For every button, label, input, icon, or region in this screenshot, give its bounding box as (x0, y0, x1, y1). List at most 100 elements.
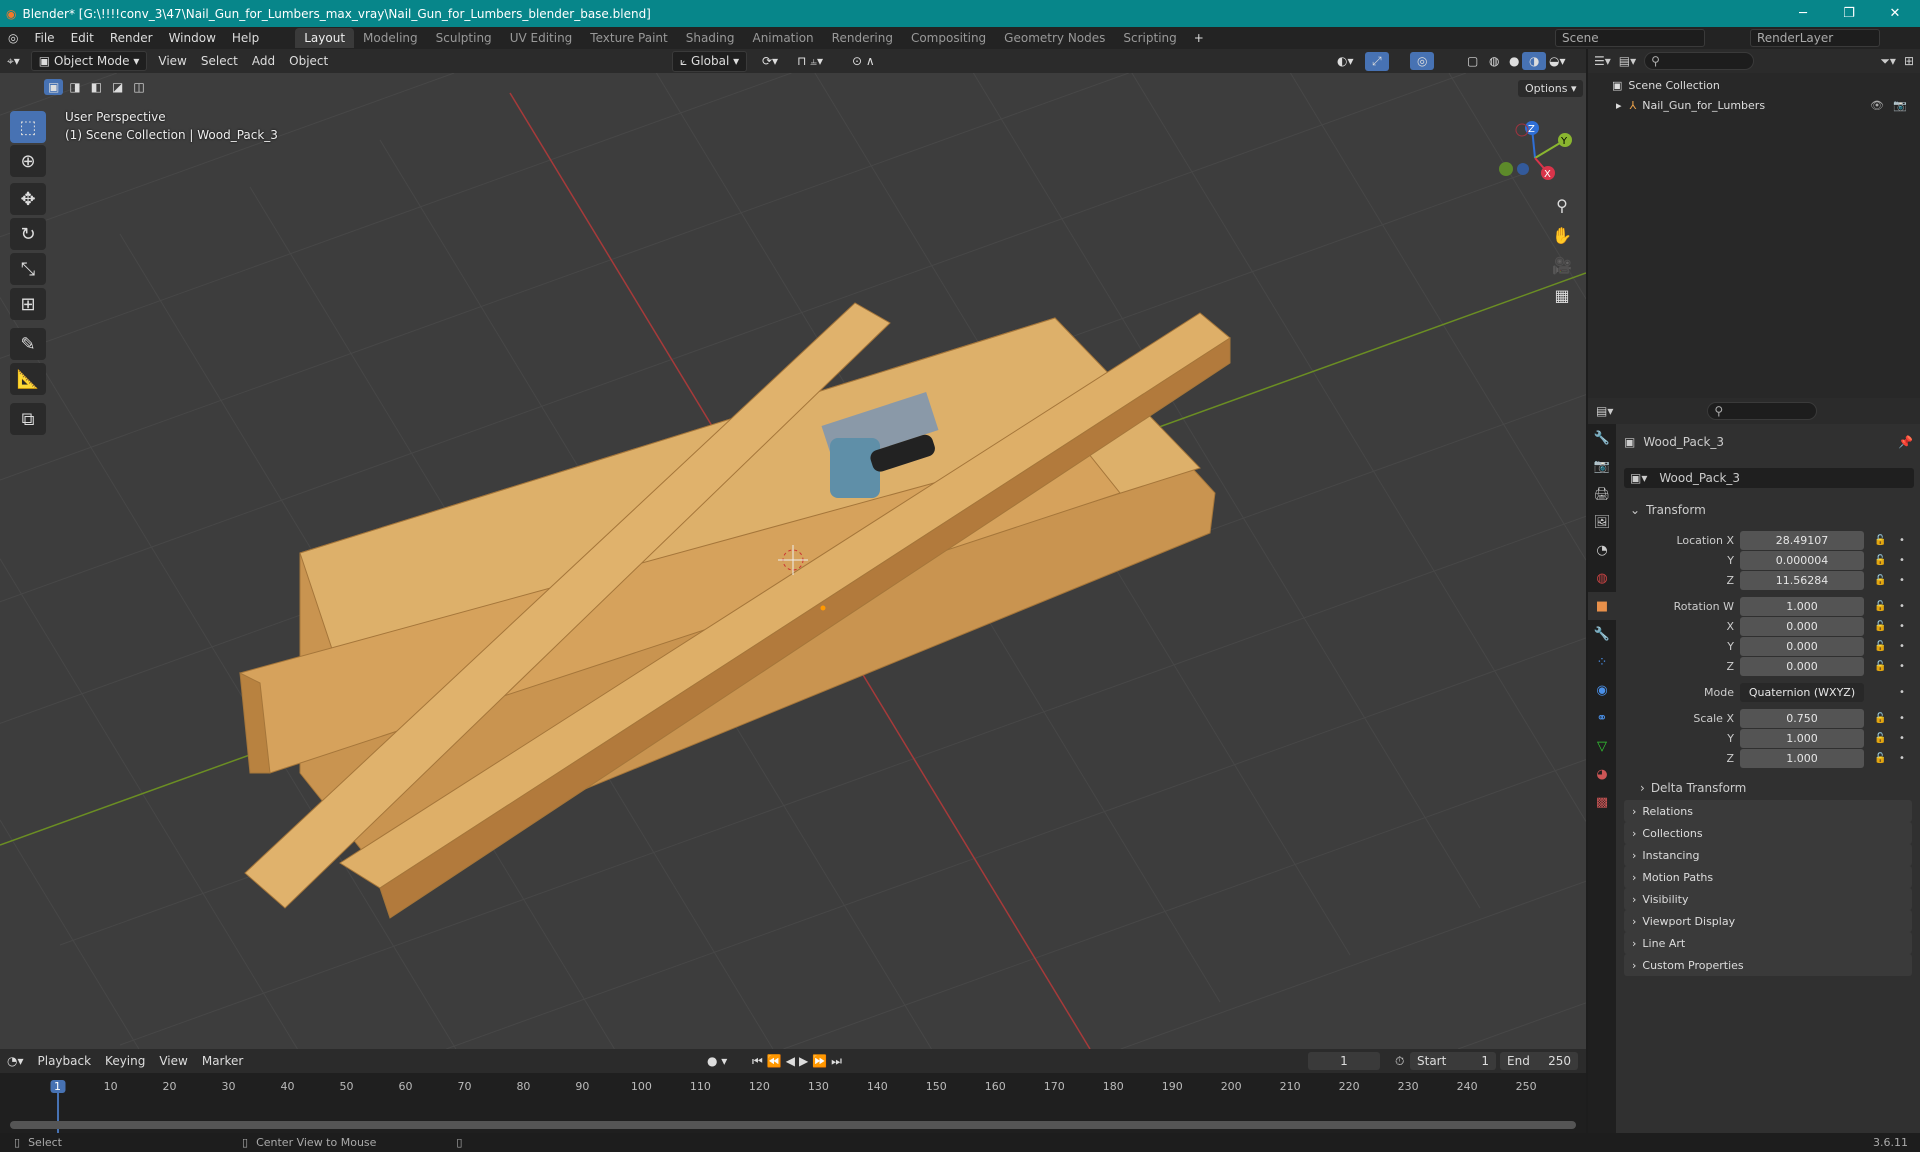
mode-value-field[interactable]: Quaternion (WXYZ) (1740, 682, 1864, 702)
scene-selector[interactable]: Scene (1555, 29, 1705, 47)
rotate-tool-icon[interactable]: ↻ (10, 218, 46, 250)
panel-viewport-display[interactable]: › Viewport Display (1624, 910, 1912, 932)
outliner-search[interactable]: ⚲ (1644, 52, 1755, 70)
panel-visibility[interactable]: › Visibility (1624, 888, 1912, 910)
location-x-field[interactable]: 28.49107 (1740, 530, 1864, 550)
modifier-tab-icon[interactable]: 🔧 (1588, 620, 1616, 648)
menu-window[interactable]: Window (161, 31, 224, 45)
lock-icon[interactable]: 🔓 (1874, 621, 1886, 632)
filter-icon[interactable]: ⏷▾ (1880, 54, 1896, 69)
add-cube-tool-icon[interactable]: ⧉ (10, 403, 46, 435)
timeline-ruler[interactable]: 1 10 20 30 40 50 60 70 80 90 100 110 120 130 140 150 160… (0, 1077, 1586, 1097)
overlay-toggle-icon[interactable]: ◎ (1410, 52, 1435, 70)
tab-geometry-nodes[interactable]: Geometry Nodes (995, 28, 1114, 48)
keyframe-dot-icon[interactable]: • (1899, 601, 1905, 612)
delta-transform-header[interactable]: › Delta Transform (1616, 778, 1920, 798)
gizmo-toggle-icon[interactable]: ⤢ (1365, 51, 1389, 71)
outliner-scene-collection[interactable]: ▣ Scene Collection (1588, 75, 1920, 95)
keyframe-dot-icon[interactable]: • (1899, 641, 1905, 652)
location-y-field[interactable]: 0.000004 (1740, 550, 1864, 570)
panel-relations[interactable]: › Relations (1624, 800, 1912, 822)
snap-icon[interactable]: ⊓ ⫨▾ (790, 52, 830, 71)
select-subtract-icon[interactable]: ◧ (87, 79, 106, 95)
keyframe-dot-icon[interactable]: • (1899, 661, 1905, 672)
end-frame-field[interactable]: End 250 (1500, 1052, 1578, 1070)
3d-viewport[interactable]: ▣ ◨ ◧ ◪ ◫ ⬚ ⊕ ✥ ↻ ⤡ ⊞ ✎ 📐 ⧉ User Perspec… (0, 73, 1586, 1049)
camera-view-icon[interactable]: 🎥 (1548, 251, 1576, 279)
rotation-z-field[interactable]: 0.000 (1740, 656, 1864, 676)
timeline-menu-marker[interactable]: Marker (195, 1052, 250, 1070)
texture-tab-icon[interactable]: ▩ (1588, 788, 1616, 816)
close-button[interactable]: ✕ (1872, 0, 1918, 27)
location-z-field[interactable]: 11.56284 (1740, 570, 1864, 590)
editor-type-icon[interactable]: ☰▾ (1594, 54, 1611, 68)
move-tool-icon[interactable]: ✥ (10, 183, 46, 215)
panel-line-art[interactable]: › Line Art (1624, 932, 1912, 954)
timeline-scrollbar[interactable] (10, 1121, 1576, 1129)
menu-file[interactable]: File (26, 31, 62, 45)
transform-panel-header[interactable]: ⌄ Transform (1624, 500, 1914, 520)
rendered-shading-icon[interactable]: ◒▾ (1542, 52, 1573, 70)
world-tab-icon[interactable]: ◍ (1588, 564, 1616, 592)
maximize-button[interactable]: ❐ (1826, 0, 1872, 27)
playback-controls[interactable]: ⏮⏪◀▶⏩⏭ (745, 1052, 853, 1071)
lock-icon[interactable]: 🔓 (1874, 555, 1886, 566)
lock-icon[interactable]: 🔓 (1874, 713, 1886, 724)
lock-icon[interactable]: 🔓 (1874, 575, 1886, 586)
keyframe-dot-icon[interactable]: • (1899, 575, 1905, 586)
keyframe-dot-icon[interactable]: • (1899, 621, 1905, 632)
tab-texture-paint[interactable]: Texture Paint (581, 28, 676, 48)
proportional-edit-icon[interactable]: ⊙ ∧ (845, 52, 882, 70)
viewport-menu-add[interactable]: Add (245, 52, 282, 70)
keyframe-dot-icon[interactable]: • (1899, 713, 1905, 724)
minimize-button[interactable]: ─ (1780, 0, 1826, 27)
viewport-menu-select[interactable]: Select (194, 52, 245, 70)
object-tab-icon[interactable]: ■ (1588, 592, 1616, 620)
select-box-tool-icon[interactable]: ⬚ (10, 111, 46, 143)
options-button[interactable]: Options ▾ (1518, 80, 1584, 97)
editor-type-icon[interactable]: ◔▾ (0, 1052, 31, 1070)
view-layer-selector[interactable]: RenderLayer (1750, 29, 1880, 47)
constraints-tab-icon[interactable]: ⚭ (1588, 704, 1616, 732)
tab-animation[interactable]: Animation (743, 28, 822, 48)
tab-sculpting[interactable]: Sculpting (427, 28, 501, 48)
particles-tab-icon[interactable]: ⁘ (1588, 648, 1616, 676)
transform-tool-icon[interactable]: ⊞ (10, 288, 46, 320)
rotation-y-field[interactable]: 0.000 (1740, 636, 1864, 656)
scale-tool-icon[interactable]: ⤡ (10, 253, 46, 285)
add-workspace-button[interactable]: + (1186, 31, 1212, 45)
auto-keying-icon[interactable]: ● ▾ (700, 1052, 734, 1070)
tab-uv-editing[interactable]: UV Editing (501, 28, 582, 48)
pivot-icon[interactable]: ⟳▾ (755, 52, 785, 70)
editor-type-icon[interactable]: ▤▾ (1596, 404, 1613, 418)
output-tab-icon[interactable]: 🖨 (1588, 480, 1616, 508)
keyframe-dot-icon[interactable]: • (1899, 535, 1905, 546)
annotate-tool-icon[interactable]: ✎ (10, 328, 46, 360)
tab-rendering[interactable]: Rendering (823, 28, 902, 48)
tool-tab-icon[interactable]: 🔧 (1588, 424, 1616, 452)
zoom-icon[interactable]: ⚲ (1548, 191, 1576, 219)
pan-hand-icon[interactable]: ✋ (1548, 221, 1576, 249)
panel-custom-properties[interactable]: › Custom Properties (1624, 954, 1912, 976)
current-frame-field[interactable]: 1 (1308, 1052, 1380, 1070)
outliner-item[interactable]: ▸ ⅄ Nail_Gun_for_Lumbers 👁 📷 (1588, 95, 1920, 115)
view-layer-tab-icon[interactable]: 🖼 (1588, 508, 1616, 536)
panel-collections[interactable]: › Collections (1624, 822, 1912, 844)
display-mode-icon[interactable]: ▤▾ (1619, 54, 1636, 68)
select-intersect-icon[interactable]: ◫ (129, 79, 148, 95)
orientation-dropdown[interactable]: ⟀ Global ▾ (672, 50, 748, 72)
lock-icon[interactable]: 🔓 (1874, 753, 1886, 764)
navigation-gizmo[interactable]: Z Y X (1490, 113, 1580, 203)
tab-shading[interactable]: Shading (677, 28, 744, 48)
select-invert-icon[interactable]: ◪ (108, 79, 127, 95)
lock-icon[interactable]: 🔓 (1874, 601, 1886, 612)
tab-compositing[interactable]: Compositing (902, 28, 995, 48)
expand-arrow-icon[interactable]: ▸ (1616, 99, 1622, 112)
stopwatch-icon[interactable]: ⏱ (1388, 1052, 1411, 1071)
lock-icon[interactable]: 🔓 (1874, 535, 1886, 546)
viewport-menu-object[interactable]: Object (282, 52, 335, 70)
mode-dropdown[interactable]: ▣ Object Mode ▾ (30, 51, 148, 71)
keyframe-dot-icon[interactable]: • (1899, 687, 1905, 698)
menu-render[interactable]: Render (102, 31, 161, 45)
tab-scripting[interactable]: Scripting (1114, 28, 1185, 48)
